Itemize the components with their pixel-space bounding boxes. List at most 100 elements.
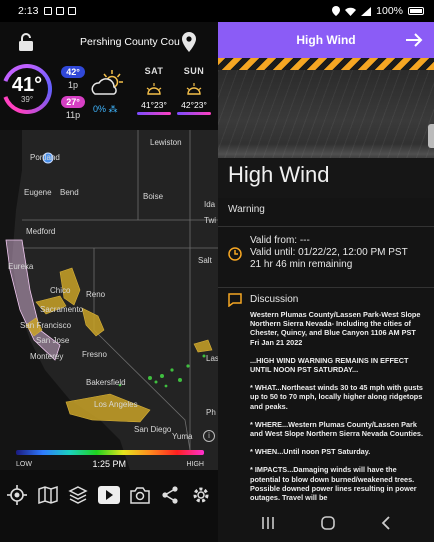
city-label: Yuma: [172, 432, 193, 441]
location-icon[interactable]: [6, 484, 28, 506]
city-label: Ida: [204, 200, 216, 209]
notification-icons: [44, 7, 77, 15]
city-label: Chico: [50, 286, 71, 295]
city-label: San Jose: [36, 336, 70, 345]
city-label: Twi: [204, 216, 216, 225]
radar-legend[interactable]: LOW 1:25 PM HIGH: [16, 450, 204, 469]
wifi-icon: [345, 7, 357, 16]
partly-cloudy-icon: [91, 70, 123, 95]
alert-severity: Warning: [228, 204, 265, 215]
city-label: Eugene: [24, 188, 52, 197]
arrow-right-icon[interactable]: [404, 30, 424, 50]
battery-icon: [408, 7, 424, 15]
discussion-header: Discussion: [218, 288, 434, 307]
radar-intensity-scale: [16, 450, 204, 455]
city-label: Bakersfield: [86, 378, 126, 387]
status-bar: 2:13 100%: [0, 0, 434, 22]
city-label: Los Angeles: [94, 400, 138, 409]
alert-detail-pane: High Wind High Wind Warning Valid from: …: [218, 22, 434, 542]
map-toolbar: [0, 470, 218, 520]
recents-icon[interactable]: [261, 517, 275, 529]
temp-range-bar: [137, 112, 171, 115]
discussion-paragraph: * IMPACTS...Damaging winds will have the…: [250, 465, 417, 503]
city-label: Fresno: [82, 350, 107, 359]
discussion-paragraph: * WHEN...Until noon PST Saturday.: [250, 447, 371, 457]
alert-header-title: High Wind: [296, 33, 356, 47]
sunny-icon: [186, 83, 202, 95]
validity-section: Valid from: --- Valid until: 01/22/22, 1…: [218, 227, 434, 283]
daily-forecast-sun: SUN 42°23°: [174, 66, 214, 115]
day-name: SUN: [183, 66, 205, 76]
city-label: Sacramento: [40, 305, 84, 314]
map-icon[interactable]: [37, 484, 59, 506]
system-nav-bar: [218, 504, 434, 542]
feels-like-temp: 39°: [20, 94, 34, 104]
city-label: Salt: [198, 256, 212, 265]
clock-icon: [228, 247, 242, 261]
city-label: Medford: [26, 227, 56, 236]
city-label: San Diego: [134, 425, 172, 434]
radar-map[interactable]: Portland Lewiston Eugene Bend Boise Ida …: [0, 130, 218, 470]
signal-icon: [361, 6, 372, 16]
scroll-handle[interactable]: [428, 124, 434, 148]
legend-high: HIGH: [186, 460, 204, 468]
city-label: Bend: [60, 188, 79, 197]
home-icon[interactable]: [321, 516, 335, 530]
warning-stripes: [218, 58, 434, 70]
city-label: Reno: [86, 290, 106, 299]
notification-icon: [56, 7, 65, 15]
hourly-low-temp: 27°: [61, 96, 85, 108]
share-icon[interactable]: [159, 484, 181, 506]
sunny-icon: [146, 83, 162, 95]
valid-until: Valid until: 01/22/22, 12:00 PM PST: [250, 247, 408, 258]
city-label: Monterey: [30, 352, 64, 361]
day-name: SAT: [144, 66, 164, 76]
current-temp-gauge: 41° 39°: [2, 64, 52, 114]
city-label: Boise: [143, 192, 164, 201]
layers-icon[interactable]: [67, 484, 89, 506]
map-graphics: [0, 130, 218, 470]
status-time: 2:13: [18, 5, 39, 17]
location-status-icon: [332, 6, 341, 16]
precip-chance: 0% ⁂: [93, 104, 118, 114]
discussion-label: Discussion: [250, 294, 299, 305]
city-label: Portland: [30, 153, 60, 162]
valid-from: Valid from: ---: [250, 235, 310, 246]
temp-range-bar: [177, 112, 211, 115]
camera-icon[interactable]: [129, 484, 151, 506]
info-icon[interactable]: i: [203, 430, 215, 442]
hourly-forecast: 42° 1p 27° 11p: [60, 66, 86, 126]
map-pin-icon[interactable]: [182, 32, 196, 52]
weather-summary[interactable]: 41° 39° 42° 1p 27° 11p 0% ⁂ SAT 41°23° S…: [0, 62, 218, 130]
hourly-high-time: 1p: [67, 80, 78, 90]
battery-percent: 100%: [376, 5, 403, 17]
day-temp-range: 42°23°: [181, 100, 207, 110]
alert-header[interactable]: High Wind: [218, 22, 434, 58]
location-name[interactable]: Pershing County Cou: [80, 36, 180, 48]
discussion-paragraph: ...HIGH WIND WARNING REMAINS IN EFFECT U…: [250, 355, 409, 375]
top-bar: Pershing County Cou: [0, 22, 218, 62]
notification-icon: [68, 7, 77, 15]
back-icon[interactable]: [381, 516, 391, 530]
city-label: Las: [206, 354, 218, 363]
day-temp-range: 41°23°: [141, 100, 167, 110]
lock-icon[interactable]: [18, 32, 34, 52]
city-label: Eureka: [8, 262, 34, 271]
discussion-paragraph: Western Plumas County/Lassen Park-West S…: [250, 310, 421, 347]
alert-title: High Wind: [228, 162, 330, 187]
notification-icon: [44, 7, 53, 15]
play-icon[interactable]: [97, 484, 120, 506]
alert-hero-image: High Wind: [218, 70, 434, 198]
legend-low: LOW: [16, 460, 32, 468]
current-temp: 41°: [11, 73, 43, 96]
precip-value: 0%: [93, 104, 107, 114]
daily-forecast-sat: SAT 41°23°: [134, 66, 174, 115]
discussion-paragraph: * WHAT...Northeast winds 30 to 45 mph wi…: [250, 383, 423, 411]
time-remaining: 21 hr 46 min remaining: [250, 259, 353, 270]
radar-timestamp: 1:25 PM: [92, 459, 126, 469]
hourly-high-temp: 42°: [61, 66, 85, 78]
settings-icon[interactable]: [190, 484, 212, 506]
discussion-text: Western Plumas County/Lassen Park-West S…: [218, 306, 434, 516]
city-label: San Francisco: [20, 321, 72, 330]
discussion-paragraph: * WHERE...Western Plumas County/Lassen P…: [250, 419, 424, 439]
